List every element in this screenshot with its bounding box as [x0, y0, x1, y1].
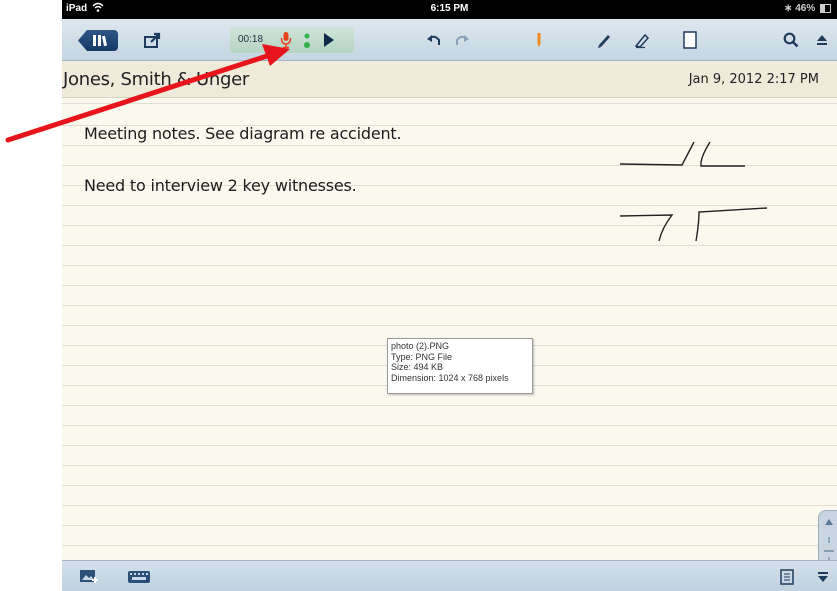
annotation-arrow [5, 44, 290, 143]
